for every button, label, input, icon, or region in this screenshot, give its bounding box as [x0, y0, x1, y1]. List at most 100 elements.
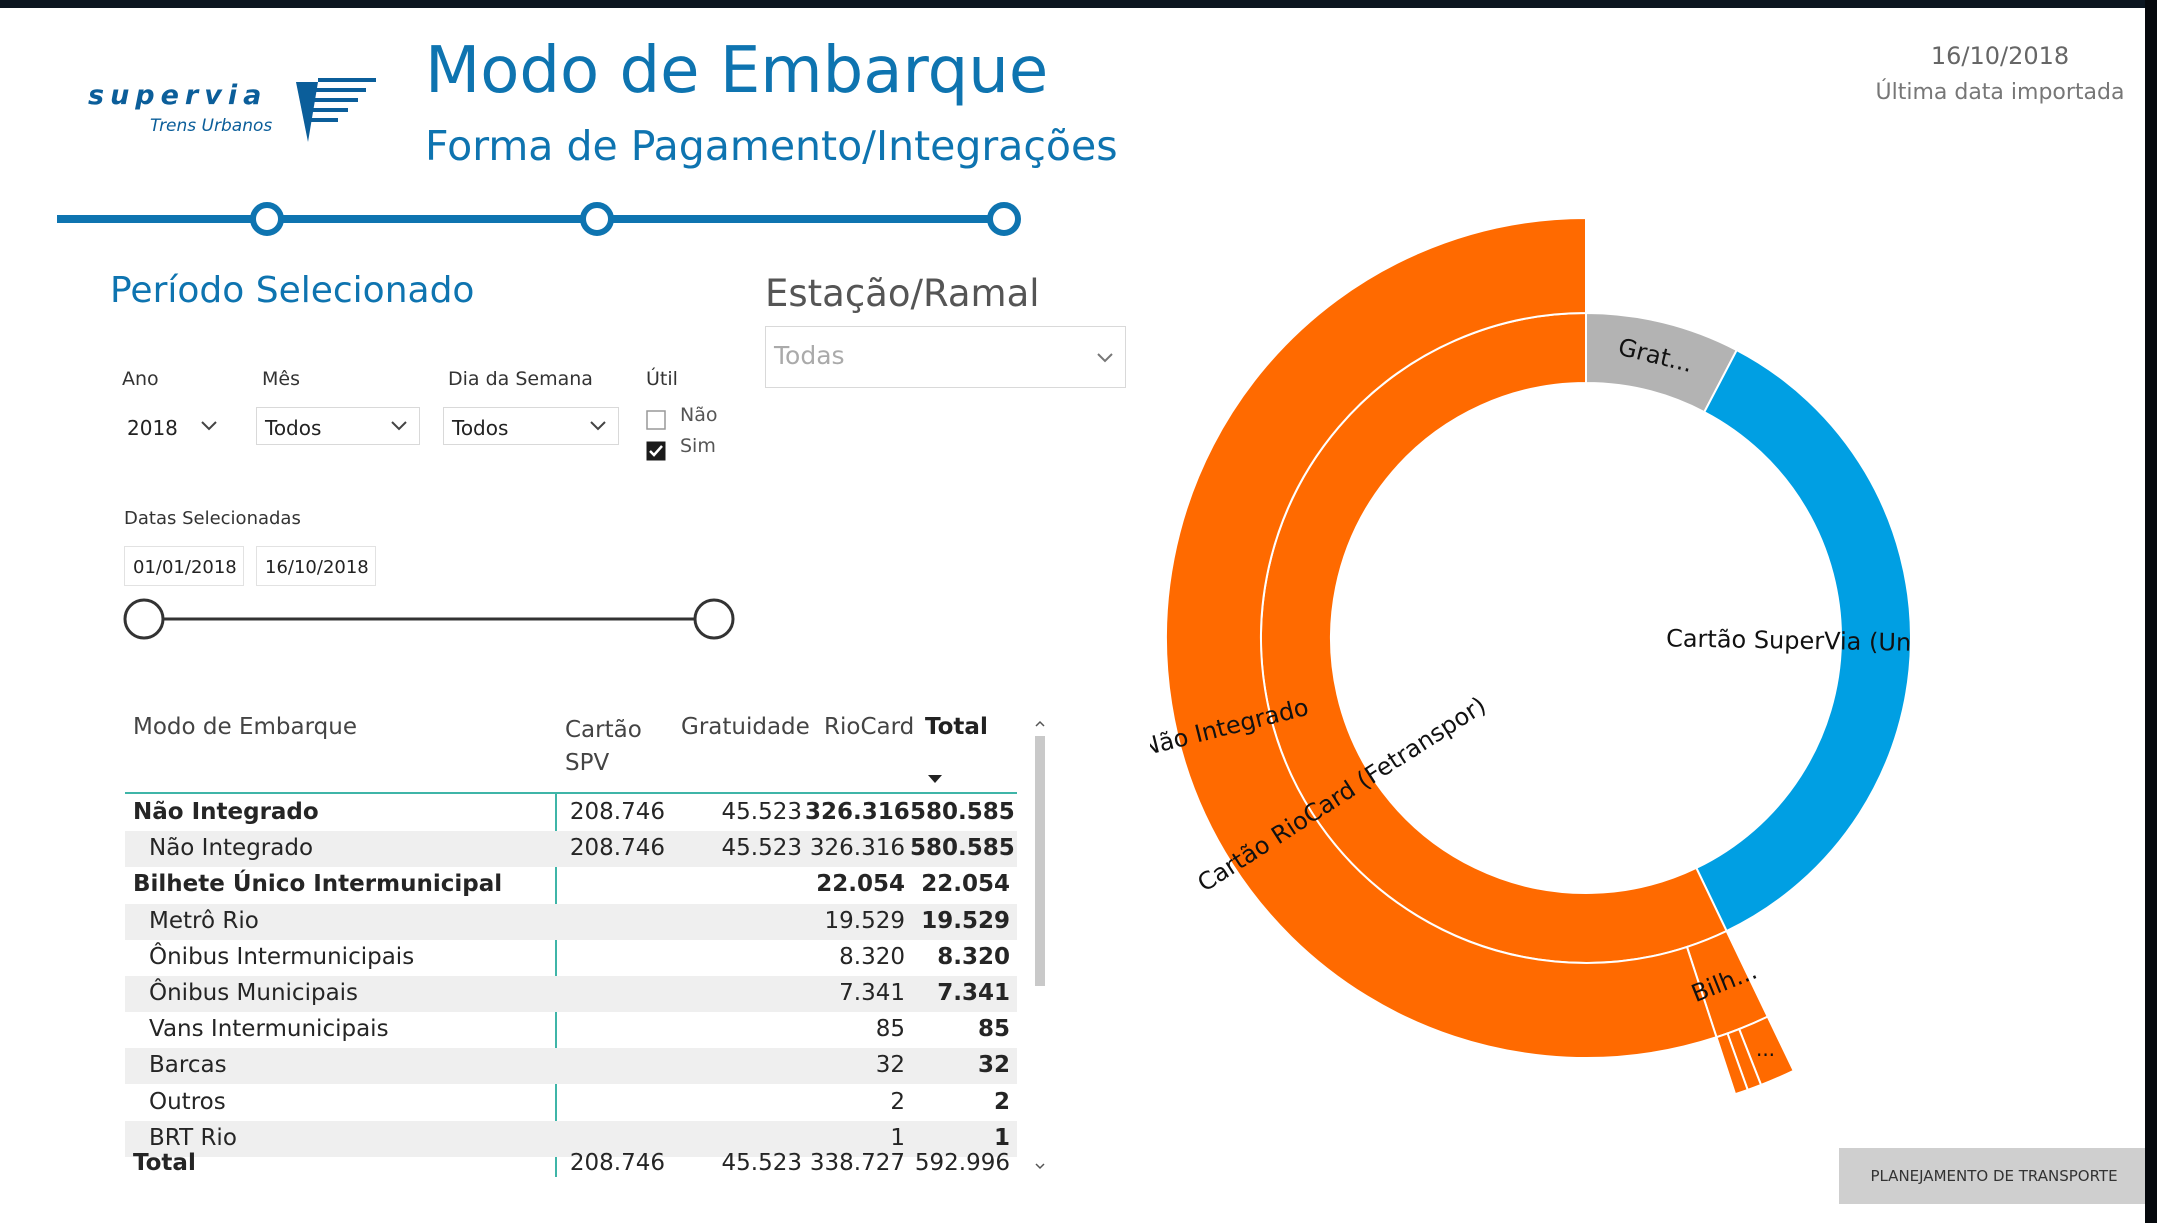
column-header-modo[interactable]: Modo de Embarque [133, 714, 357, 740]
cell-riocard: 32 [875, 1052, 905, 1079]
util-option-sim[interactable]: Sim [646, 435, 736, 461]
table-row[interactable]: Ônibus Municipais 7.341 7.341 [125, 976, 1017, 1012]
cell-cartao-spv: 208.746 [569, 835, 665, 862]
cell-total: 580.585 [910, 835, 1015, 862]
cell-total: 32 [977, 1052, 1010, 1079]
cell-riocard: 19.529 [824, 907, 905, 934]
table-row[interactable]: Metrô Rio 19.529 19.529 [125, 903, 1017, 940]
totals-gratuidade: 45.523 [721, 1150, 802, 1176]
ano-label: Ano [122, 368, 159, 390]
date-start-input[interactable]: 01/01/2018 [124, 546, 244, 586]
date-range-slider[interactable] [118, 594, 742, 644]
util-option-sim-label: Sim [680, 435, 716, 457]
matrix-table: Modo de Embarque Cartão SPV Gratuidade R… [125, 698, 1055, 1198]
cell-riocard: 326.316 [809, 835, 905, 862]
chevron-down-icon [1097, 353, 1113, 363]
navigation-stepper [57, 202, 1021, 236]
cell-riocard: 1 [890, 1124, 905, 1151]
last-import-caption: Última data importada [1875, 80, 2125, 105]
row-label: Bilhete Único Intermunicipal [133, 871, 503, 898]
label-integration-more: ... [1756, 1037, 1775, 1061]
station-dropdown-value: Todas [774, 341, 845, 370]
row-label: Ônibus Municipais [149, 980, 359, 1006]
util-option-nao[interactable]: Não [646, 404, 736, 430]
row-label: Não Integrado [133, 799, 319, 825]
cell-riocard: 326.316 [805, 799, 910, 825]
step-3-node[interactable] [987, 202, 1021, 236]
station-section-title: Estação/Ramal [765, 272, 1040, 315]
cell-riocard: 2 [890, 1088, 905, 1115]
last-import-date: 16/10/2018 [1930, 42, 2070, 70]
window-top-bar [0, 0, 2157, 8]
cell-riocard: 8.320 [839, 943, 905, 970]
totals-riocard: 338.727 [809, 1150, 905, 1176]
table-row[interactable]: Ônibus Intermunicipais 8.320 8.320 [125, 940, 1017, 976]
cell-total: 85 [977, 1016, 1010, 1043]
cell-total: 22.054 [921, 871, 1010, 898]
table-body: Não Integrado 208.746 45.523 326.316 580.585… [125, 795, 1017, 1157]
table-row[interactable]: Bilhete Único Intermunicipal 22.054 22.054 [125, 867, 1017, 903]
dia-semana-dropdown-value: Todos [452, 416, 509, 440]
cell-total: 7.341 [937, 980, 1010, 1006]
scrollbar-thumb[interactable] [1035, 736, 1045, 986]
datas-selecionadas-label: Datas Selecionadas [124, 508, 301, 529]
dia-semana-label: Dia da Semana [448, 368, 593, 390]
logo-brand-text: supervia [88, 80, 268, 111]
cell-riocard: 85 [875, 1016, 905, 1043]
table-row[interactable]: Não Integrado 208.746 45.523 326.316 580.585 [125, 831, 1017, 868]
cell-riocard: 7.341 [839, 980, 905, 1006]
cell-total: 19.529 [921, 907, 1010, 934]
step-1-node[interactable] [250, 202, 284, 236]
page-subtitle: Forma de Pagamento/Integrações [425, 122, 1118, 170]
ano-dropdown[interactable]: 2018 [118, 407, 230, 445]
page-title: Modo de Embarque [425, 34, 1049, 108]
util-label: Útil [646, 368, 678, 390]
table-row[interactable]: Vans Intermunicipais 85 85 [125, 1012, 1017, 1048]
row-label: Não Integrado [149, 835, 314, 862]
row-label: BRT Rio [149, 1124, 237, 1151]
scroll-up-icon[interactable] [1034, 718, 1046, 730]
mes-dropdown[interactable]: Todos [256, 407, 420, 445]
row-label: Vans Intermunicipais [149, 1016, 389, 1043]
logo-wing-icon [296, 78, 376, 142]
table-row[interactable]: Outros 2 2 [125, 1085, 1017, 1121]
column-header-total[interactable]: Total [925, 714, 988, 740]
period-section-title: Período Selecionado [110, 270, 475, 311]
planning-button[interactable]: PLANEJAMENTO DE TRANSPORTE [1839, 1148, 2145, 1204]
row-label: Ônibus Intermunicipais [149, 943, 415, 970]
totals-label: Total [133, 1150, 196, 1176]
step-2-node[interactable] [580, 202, 614, 236]
scroll-down-icon[interactable] [1034, 1160, 1046, 1172]
date-end-input[interactable]: 16/10/2018 [256, 546, 376, 586]
cell-total: 1 [993, 1124, 1010, 1151]
mes-label: Mês [262, 368, 300, 390]
column-header-riocard[interactable]: RioCard [824, 714, 914, 740]
table-row[interactable]: Não Integrado 208.746 45.523 326.316 580.585 [125, 795, 1017, 831]
slider-start-handle[interactable] [123, 598, 165, 640]
table-scrollbar[interactable] [1033, 718, 1047, 1178]
chevron-down-icon [391, 421, 407, 431]
sort-descending-icon [928, 775, 942, 783]
util-option-nao-label: Não [680, 404, 718, 426]
totals-total: 592.996 [914, 1150, 1010, 1176]
sunburst-chart: Grat...Cartão SuperVia (Unitário/Múltipl… [1150, 216, 1910, 1096]
window-right-edge [2145, 0, 2157, 1223]
mes-dropdown-value: Todos [265, 416, 322, 440]
ano-dropdown-value: 2018 [127, 416, 178, 440]
column-header-gratuidade[interactable]: Gratuidade [681, 714, 810, 740]
dia-semana-dropdown[interactable]: Todos [443, 407, 619, 445]
checkbox-checked-icon[interactable] [646, 441, 666, 461]
column-header-cartao-spv[interactable]: Cartão SPV [565, 714, 645, 780]
table-row[interactable]: Barcas 32 32 [125, 1048, 1017, 1085]
checkbox-unchecked-icon[interactable] [646, 410, 666, 430]
cell-total: 8.320 [937, 943, 1010, 970]
logo-subtitle: Trens Urbanos [150, 116, 273, 136]
cell-total: 580.585 [910, 799, 1015, 825]
station-dropdown[interactable]: Todas [765, 326, 1126, 388]
supervia-logo: supervia Trens Urbanos [88, 68, 388, 158]
totals-spv: 208.746 [569, 1150, 665, 1176]
cell-riocard: 22.054 [816, 871, 905, 898]
cell-cartao-spv: 208.746 [569, 799, 665, 825]
row-label: Barcas [149, 1052, 227, 1079]
slider-end-handle[interactable] [693, 598, 735, 640]
